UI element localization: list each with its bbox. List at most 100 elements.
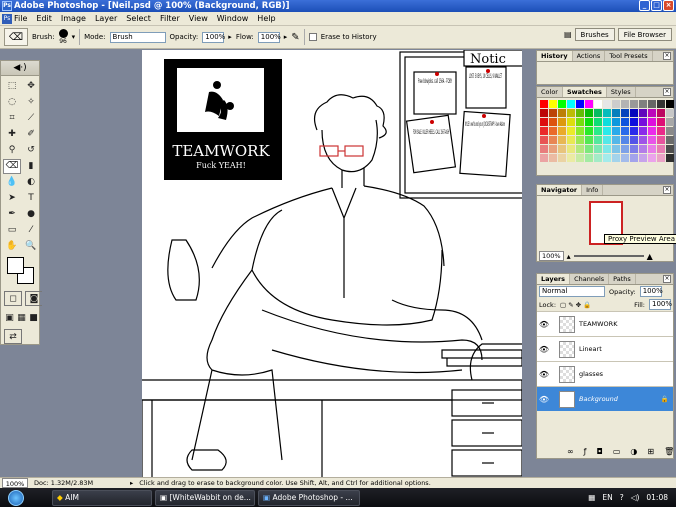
zoom-tool-icon[interactable]: 🔍: [22, 239, 40, 254]
foreground-color-swatch[interactable]: [7, 257, 24, 274]
tab-channels[interactable]: Channels: [570, 274, 610, 284]
clock[interactable]: 01:08: [646, 493, 668, 502]
gradient-tool-icon[interactable]: ▮: [22, 159, 40, 174]
swatch-chip[interactable]: [594, 100, 602, 108]
help-icon[interactable]: ?: [620, 493, 624, 502]
tab-history[interactable]: History: [537, 51, 573, 61]
swatch-chip[interactable]: [639, 100, 647, 108]
swatch-chip[interactable]: [585, 136, 593, 144]
tab-info[interactable]: Info: [582, 185, 604, 195]
swatch-chip[interactable]: [666, 100, 674, 108]
flow-arrow-icon[interactable]: ▸: [284, 33, 288, 41]
mode-select[interactable]: Brush: [109, 31, 166, 43]
type-tool-icon[interactable]: T: [22, 191, 40, 206]
swatch-chip[interactable]: [639, 145, 647, 153]
navigator-zoom[interactable]: 100%: [539, 251, 564, 261]
swatch-chip[interactable]: [630, 136, 638, 144]
zoom-out-icon[interactable]: ▴: [567, 252, 571, 261]
maximize-button[interactable]: □: [651, 0, 662, 11]
swatch-chip[interactable]: [549, 109, 557, 117]
volume-icon[interactable]: ◁): [631, 493, 640, 502]
swatch-chip[interactable]: [657, 100, 665, 108]
task-photoshop[interactable]: ▣ Adobe Photoshop - ...: [258, 489, 360, 506]
healing-brush-icon[interactable]: ✚: [3, 127, 21, 142]
swatch-chip[interactable]: [558, 136, 566, 144]
menu-select[interactable]: Select: [126, 14, 151, 23]
swatch-chip[interactable]: [540, 145, 548, 153]
swatch-chip[interactable]: [594, 154, 602, 162]
menu-help[interactable]: Help: [257, 14, 275, 23]
swatch-chip[interactable]: [567, 118, 575, 126]
menu-filter[interactable]: Filter: [160, 14, 180, 23]
marquee-tool-icon[interactable]: ⬚: [3, 79, 21, 94]
swatch-chip[interactable]: [594, 127, 602, 135]
swatch-chip[interactable]: [666, 118, 674, 126]
lasso-tool-icon[interactable]: ◌: [3, 95, 21, 110]
swatch-chip[interactable]: [639, 127, 647, 135]
swatch-chip[interactable]: [594, 109, 602, 117]
swatch-chip[interactable]: [657, 154, 665, 162]
swatch-chip[interactable]: [540, 118, 548, 126]
quick-mask-icon[interactable]: ◙: [25, 291, 43, 306]
history-close-icon[interactable]: ×: [663, 52, 671, 60]
swatch-chip[interactable]: [540, 154, 548, 162]
swatch-chip[interactable]: [648, 109, 656, 117]
layer-style-icon[interactable]: ƒ: [584, 447, 587, 456]
swatch-chip[interactable]: [540, 100, 548, 108]
new-layer-icon[interactable]: ⊞: [647, 447, 654, 456]
swatch-chip[interactable]: [621, 109, 629, 117]
swatch-chip[interactable]: [603, 145, 611, 153]
blend-mode-select[interactable]: Normal: [539, 286, 605, 297]
swatch-chip[interactable]: [621, 136, 629, 144]
swatch-chip[interactable]: [567, 127, 575, 135]
swatch-chip[interactable]: [576, 109, 584, 117]
tab-actions[interactable]: Actions: [573, 51, 606, 61]
document-canvas[interactable]: TEAMWORK Fuck YEAH! Notic Free blowjobs.…: [142, 50, 522, 477]
menu-window[interactable]: Window: [217, 14, 249, 23]
erase-history-checkbox[interactable]: [308, 33, 317, 41]
swatch-chip[interactable]: [558, 145, 566, 153]
layer-mask-icon[interactable]: ◘: [597, 447, 603, 456]
opacity-field[interactable]: 100%: [202, 31, 225, 43]
swatch-chip[interactable]: [648, 118, 656, 126]
swatch-chip[interactable]: [567, 145, 575, 153]
history-brush-icon[interactable]: ↺: [22, 143, 40, 158]
standard-mode-icon[interactable]: ◻: [4, 291, 22, 306]
document-icon[interactable]: Ps: [2, 14, 12, 24]
swatch-chip[interactable]: [630, 154, 638, 162]
blur-tool-icon[interactable]: 💧: [3, 175, 21, 190]
swatch-chip[interactable]: [621, 127, 629, 135]
swatch-chip[interactable]: [666, 109, 674, 117]
menu-edit[interactable]: Edit: [36, 14, 52, 23]
tab-tool-presets[interactable]: Tool Presets: [605, 51, 653, 61]
crop-tool-icon[interactable]: ⌗: [3, 111, 21, 126]
swatch-chip[interactable]: [603, 109, 611, 117]
swatch-chip[interactable]: [648, 127, 656, 135]
swatch-grid[interactable]: [537, 98, 674, 164]
swatch-chip[interactable]: [594, 118, 602, 126]
swatch-chip[interactable]: [630, 127, 638, 135]
swatch-chip[interactable]: [567, 136, 575, 144]
eye-icon[interactable]: 👁: [537, 395, 551, 404]
swatch-chip[interactable]: [585, 154, 593, 162]
swatch-chip[interactable]: [576, 154, 584, 162]
swatch-chip[interactable]: [585, 118, 593, 126]
swatch-chip[interactable]: [621, 100, 629, 108]
swatch-chip[interactable]: [585, 145, 593, 153]
eraser-preset-icon[interactable]: ⌫: [4, 28, 28, 46]
swatch-chip[interactable]: [558, 118, 566, 126]
swatch-chip[interactable]: [648, 136, 656, 144]
swatch-chip[interactable]: [612, 145, 620, 153]
pen-tool-icon[interactable]: ✒: [3, 207, 21, 222]
tab-navigator[interactable]: Navigator: [537, 185, 583, 195]
swatch-chip[interactable]: [549, 118, 557, 126]
swatch-chip[interactable]: [657, 127, 665, 135]
hand-tool-icon[interactable]: ✋: [3, 239, 21, 254]
swatch-chip[interactable]: [567, 109, 575, 117]
dodge-tool-icon[interactable]: ◐: [22, 175, 40, 190]
swatch-chip[interactable]: [648, 100, 656, 108]
notes-tool-icon[interactable]: ▭: [3, 223, 21, 238]
swatch-chip[interactable]: [576, 100, 584, 108]
swatch-chip[interactable]: [576, 145, 584, 153]
screen-mode-icon[interactable]: ▣: [4, 311, 15, 326]
